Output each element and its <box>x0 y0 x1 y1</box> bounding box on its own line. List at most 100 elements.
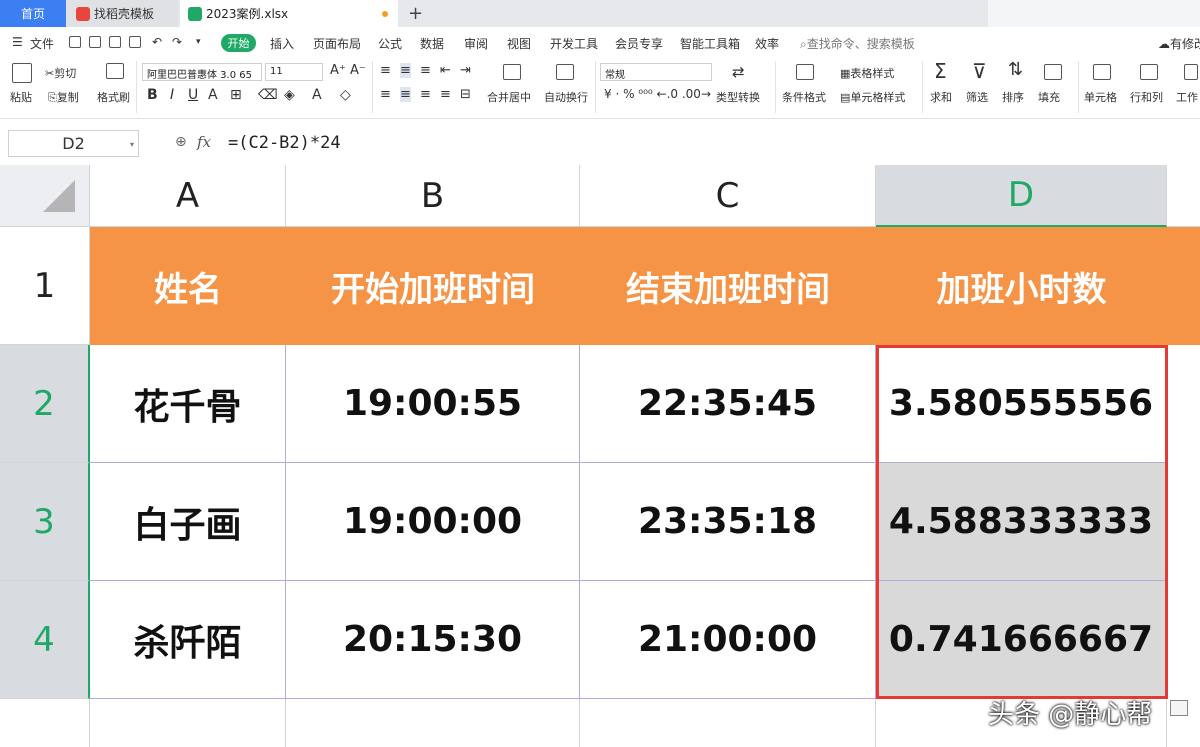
menu-start[interactable]: 开始 <box>221 34 256 52</box>
format-painter-icon[interactable] <box>106 63 124 79</box>
table-cell-active[interactable]: 3.580555556 <box>876 345 1167 463</box>
menu-insert[interactable]: 插入 <box>270 35 294 52</box>
cell-icon[interactable] <box>1093 64 1111 80</box>
eraser-icon[interactable]: ◇ <box>340 87 351 103</box>
table-cell-selected[interactable]: 4.588333333 <box>876 463 1167 581</box>
table-style-button[interactable]: ▦表格样式 <box>840 65 894 81</box>
font-shrink-icon[interactable]: A⁻ <box>350 63 366 78</box>
clear-format-icon[interactable]: ⌫ <box>258 87 278 103</box>
tab-file[interactable]: 2023案例.xlsx <box>180 0 398 27</box>
cond-format-icon[interactable] <box>796 64 814 80</box>
tab-home[interactable]: 首页 <box>0 0 66 27</box>
paste-options-icon[interactable] <box>1170 700 1188 716</box>
sort-icon[interactable]: ⇅ <box>1008 59 1023 80</box>
font-grow-icon[interactable]: A⁺ <box>330 63 346 78</box>
merge-center-button[interactable]: 合并居中 <box>487 89 531 105</box>
table-cell-selected[interactable]: 0.741666667 <box>876 581 1167 699</box>
type-convert-button[interactable]: 类型转换 <box>716 89 760 105</box>
table-cell[interactable] <box>90 699 286 747</box>
fx-icon[interactable]: fx <box>197 133 211 151</box>
align-top-icon[interactable]: ≡ <box>380 63 391 78</box>
table-cell[interactable]: 花千骨 <box>90 345 286 463</box>
cut-button[interactable]: ✂剪切 <box>45 65 76 81</box>
table-cell[interactable] <box>286 699 580 747</box>
fill-icon[interactable] <box>1044 64 1062 80</box>
indent-increase-icon[interactable]: ⇥ <box>460 63 471 78</box>
quick-access-dropdown-icon[interactable]: ▾ <box>196 37 201 47</box>
menu-smart-toolbox[interactable]: 智能工具箱 <box>680 35 740 52</box>
italic-icon[interactable]: I <box>170 87 174 103</box>
table-cell[interactable] <box>580 699 876 747</box>
header-cell-name[interactable]: 姓名 <box>90 227 286 345</box>
auto-wrap-icon[interactable] <box>556 64 574 80</box>
table-cell[interactable]: 19:00:55 <box>286 345 580 463</box>
select-all-corner[interactable] <box>0 165 90 227</box>
chevron-down-icon[interactable]: ▾ <box>130 140 134 149</box>
row-col-button[interactable]: 行和列 <box>1130 89 1163 105</box>
paste-icon[interactable] <box>12 63 32 83</box>
underline-icon[interactable]: U <box>188 87 198 103</box>
cloud-status[interactable]: ☁有修改 <box>1158 35 1200 52</box>
indent-decrease-icon[interactable]: ⇤ <box>440 63 451 78</box>
worksheet-icon[interactable] <box>1184 64 1198 80</box>
row-header-2[interactable]: 2 <box>0 345 90 463</box>
menu-dev-tools[interactable]: 开发工具 <box>550 35 598 52</box>
align-middle-icon[interactable]: ≡ <box>400 63 411 78</box>
header-cell-end-time[interactable]: 结束加班时间 <box>580 227 876 345</box>
export-icon[interactable] <box>89 36 101 48</box>
cond-format-button[interactable]: 条件格式 <box>782 89 826 105</box>
menu-page-layout[interactable]: 页面布局 <box>313 35 361 52</box>
table-cell[interactable]: 21:00:00 <box>580 581 876 699</box>
currency-icon[interactable]: ¥ · % ⁰⁰⁰ ←.0 .00→ <box>604 87 711 101</box>
print-icon[interactable] <box>109 36 121 48</box>
menu-efficiency[interactable]: 效率 <box>755 35 779 52</box>
new-tab-icon[interactable]: + <box>408 3 423 24</box>
formula-input[interactable]: =(C2-B2)*24 <box>228 133 341 153</box>
row-col-icon[interactable] <box>1140 64 1158 80</box>
table-cell[interactable]: 20:15:30 <box>286 581 580 699</box>
align-left-icon[interactable]: ≡ <box>380 87 391 102</box>
filter-button[interactable]: 筛选 <box>966 89 988 105</box>
align-center-icon[interactable]: ≡ <box>400 87 411 102</box>
column-header-e[interactable] <box>1167 165 1200 227</box>
cell-style-button[interactable]: ▤单元格样式 <box>840 89 905 105</box>
command-search[interactable]: ⌕查找命令、搜索模板 <box>800 35 915 52</box>
tab-template[interactable]: 找稻壳模板 <box>66 0 178 27</box>
column-header-c[interactable]: C <box>580 165 876 227</box>
undo-icon[interactable]: ↶ <box>152 35 162 49</box>
column-header-b[interactable]: B <box>286 165 580 227</box>
bold-icon[interactable]: B <box>147 87 158 103</box>
row-header-4[interactable]: 4 <box>0 581 90 699</box>
row-header-5[interactable] <box>0 699 90 747</box>
sum-button[interactable]: 求和 <box>930 89 952 105</box>
auto-wrap-button[interactable]: 自动换行 <box>544 89 588 105</box>
align-right-icon[interactable]: ≡ <box>420 87 431 102</box>
cell-button[interactable]: 单元格 <box>1084 89 1117 105</box>
table-cell[interactable]: 白子画 <box>90 463 286 581</box>
border-icon[interactable]: ⊞ <box>230 87 242 103</box>
fill-button[interactable]: 填充 <box>1038 89 1060 105</box>
row-header-3[interactable]: 3 <box>0 463 90 581</box>
font-name-select[interactable]: 阿里巴巴普惠体 3.0 65 <box>142 63 262 81</box>
menu-view[interactable]: 视图 <box>507 35 531 52</box>
header-cell-hours[interactable]: 加班小时数 <box>876 227 1167 345</box>
column-header-a[interactable]: A <box>90 165 286 227</box>
redo-icon[interactable]: ↷ <box>172 35 182 49</box>
align-bottom-icon[interactable]: ≡ <box>420 63 431 78</box>
table-cell[interactable]: 19:00:00 <box>286 463 580 581</box>
header-cell-extra[interactable] <box>1167 227 1200 345</box>
row-header-1[interactable]: 1 <box>0 227 90 345</box>
column-header-d[interactable]: D <box>876 165 1167 227</box>
name-box[interactable]: D2 ▾ <box>8 130 139 157</box>
menu-review[interactable]: 审阅 <box>464 35 488 52</box>
zoom-search-icon[interactable]: ⊕ <box>175 134 187 150</box>
justify-icon[interactable]: ≡ <box>440 87 451 102</box>
copy-button[interactable]: ⎘复制 <box>48 89 79 105</box>
distribute-icon[interactable]: ⊟ <box>460 87 471 102</box>
table-cell[interactable]: 23:35:18 <box>580 463 876 581</box>
table-cell[interactable]: 22:35:45 <box>580 345 876 463</box>
save-icon[interactable] <box>69 36 81 48</box>
preview-icon[interactable] <box>129 36 141 48</box>
menu-data[interactable]: 数据 <box>420 35 444 52</box>
font-color-icon[interactable]: A <box>312 87 322 103</box>
